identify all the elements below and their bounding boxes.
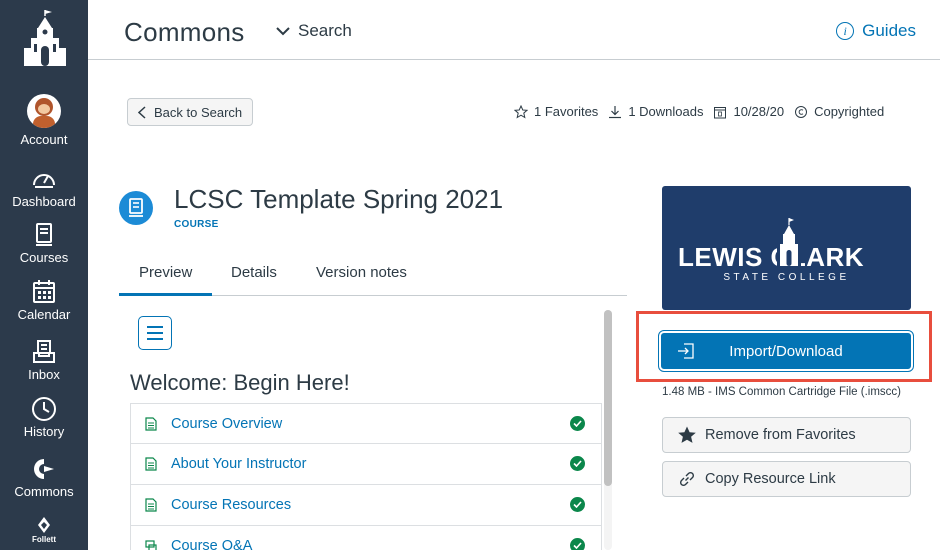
completed-check-icon xyxy=(570,497,585,512)
back-to-search-label: Back to Search xyxy=(154,104,243,120)
module-item-title: Course Overview xyxy=(171,415,283,432)
nav-inbox[interactable]: Inbox xyxy=(0,339,88,382)
course-title: LCSC Template Spring 2021 xyxy=(174,184,504,214)
nav-commons[interactable]: Commons xyxy=(0,456,88,499)
course-preview: Welcome: Begin Here! Course Overview Abo… xyxy=(119,306,615,550)
file-size-info: 1.48 MB - IMS Common Cartridge File (.im… xyxy=(662,386,901,398)
tab-version-notes[interactable]: Version notes xyxy=(316,264,407,281)
nav-inbox-label: Inbox xyxy=(28,367,60,382)
nav-courses[interactable]: Courses xyxy=(0,222,88,265)
calendar-small-icon xyxy=(714,106,727,118)
college-tower-emblem xyxy=(777,216,801,268)
hamburger-icon xyxy=(147,326,163,328)
nav-account[interactable]: Account xyxy=(0,94,88,147)
remove-from-favorites-label: Remove from Favorites xyxy=(705,427,856,443)
guides-label: Guides xyxy=(862,21,916,40)
dashboard-icon xyxy=(33,174,55,188)
avatar xyxy=(27,94,61,128)
module-item-list: Course Overview About Your Instructor Co… xyxy=(130,403,602,550)
back-to-search-button[interactable]: Back to Search xyxy=(127,98,253,126)
downloads-count: 1 Downloads xyxy=(628,104,704,119)
nav-follett-label: Follett xyxy=(32,535,56,544)
completed-check-icon xyxy=(570,456,585,471)
banner-college-name: LEWIS CLARK xyxy=(678,242,865,272)
guides-link[interactable]: i Guides xyxy=(836,21,916,41)
page-icon xyxy=(145,457,157,471)
license-label: Copyrighted xyxy=(814,104,885,119)
follett-icon xyxy=(38,517,50,533)
import-download-button[interactable]: Import/Download xyxy=(658,330,914,372)
nav-courses-label: Courses xyxy=(19,250,69,265)
nav-history-label: History xyxy=(23,424,65,439)
star-filled-icon xyxy=(678,426,696,443)
top-header: Commons Search i Guides xyxy=(88,0,940,60)
star-outline-icon xyxy=(514,104,528,119)
nav-dashboard-label: Dashboard xyxy=(12,194,76,209)
search-toggle-label: Search xyxy=(298,21,352,40)
copy-resource-link-button[interactable]: Copy Resource Link xyxy=(662,461,911,497)
module-item-title: Course Resources xyxy=(171,497,292,513)
module-item-title: Course Q&A xyxy=(171,538,253,550)
search-toggle[interactable]: Search xyxy=(276,21,352,41)
course-type-label: COURSE xyxy=(174,219,219,230)
course-banner-image: LEWIS CLARK STATE COLLEGE xyxy=(662,186,911,310)
banner-college-subtitle: STATE COLLEGE xyxy=(723,272,850,283)
inbox-icon xyxy=(33,340,55,363)
nav-history[interactable]: History xyxy=(0,396,88,439)
module-item-title: About Your Instructor xyxy=(171,456,307,472)
copy-resource-link-label: Copy Resource Link xyxy=(705,471,836,487)
list-item[interactable]: About Your Instructor xyxy=(130,444,602,485)
tab-preview[interactable]: Preview xyxy=(139,264,192,281)
updated-date: 10/28/20 xyxy=(733,104,785,119)
page-icon xyxy=(145,416,157,431)
courses-icon xyxy=(36,223,52,246)
nav-dashboard[interactable]: Dashboard xyxy=(0,166,88,209)
nav-commons-label: Commons xyxy=(14,484,74,499)
link-icon xyxy=(679,471,695,487)
active-tab-indicator xyxy=(119,293,212,296)
nav-calendar-label: Calendar xyxy=(17,307,71,322)
resource-tabs: Preview Details Version notes xyxy=(119,262,627,296)
list-item[interactable]: Course Overview xyxy=(130,403,602,444)
module-heading: Welcome: Begin Here! xyxy=(130,370,350,395)
download-icon xyxy=(609,105,622,118)
college-tower-logo[interactable] xyxy=(18,8,72,68)
nav-follett[interactable]: Follett xyxy=(0,516,88,544)
list-item[interactable]: Course Q&A xyxy=(130,526,602,550)
chevron-down-icon xyxy=(276,27,290,36)
resource-stats: 1 Favorites 1 Downloads 10/28/20 Copyrig… xyxy=(514,104,884,119)
tab-details[interactable]: Details xyxy=(231,264,277,281)
nav-account-label: Account xyxy=(20,132,68,147)
favorites-count: 1 Favorites xyxy=(534,104,599,119)
completed-check-icon xyxy=(570,416,585,431)
list-item[interactable]: Course Resources xyxy=(130,485,602,526)
import-icon xyxy=(678,343,694,359)
history-clock-icon xyxy=(32,397,56,421)
commons-icon xyxy=(34,459,54,479)
completed-check-icon xyxy=(570,538,585,550)
remove-from-favorites-button[interactable]: Remove from Favorites xyxy=(662,417,911,453)
course-type-icon xyxy=(119,191,153,225)
menu-toggle-button[interactable] xyxy=(138,316,172,350)
chevron-left-icon xyxy=(138,105,146,119)
global-nav: Account Dashboard Courses Calendar Inbox… xyxy=(0,0,88,550)
calendar-icon xyxy=(33,280,55,303)
preview-scrollbar-thumb[interactable] xyxy=(604,310,612,486)
copyright-icon xyxy=(795,105,808,118)
info-icon: i xyxy=(836,22,855,40)
page-title: Commons xyxy=(124,17,245,47)
nav-calendar[interactable]: Calendar xyxy=(0,279,88,322)
page-icon xyxy=(145,498,157,512)
import-download-label: Import/Download xyxy=(729,342,843,360)
course-book-icon xyxy=(129,198,143,217)
discussion-icon xyxy=(145,540,157,550)
